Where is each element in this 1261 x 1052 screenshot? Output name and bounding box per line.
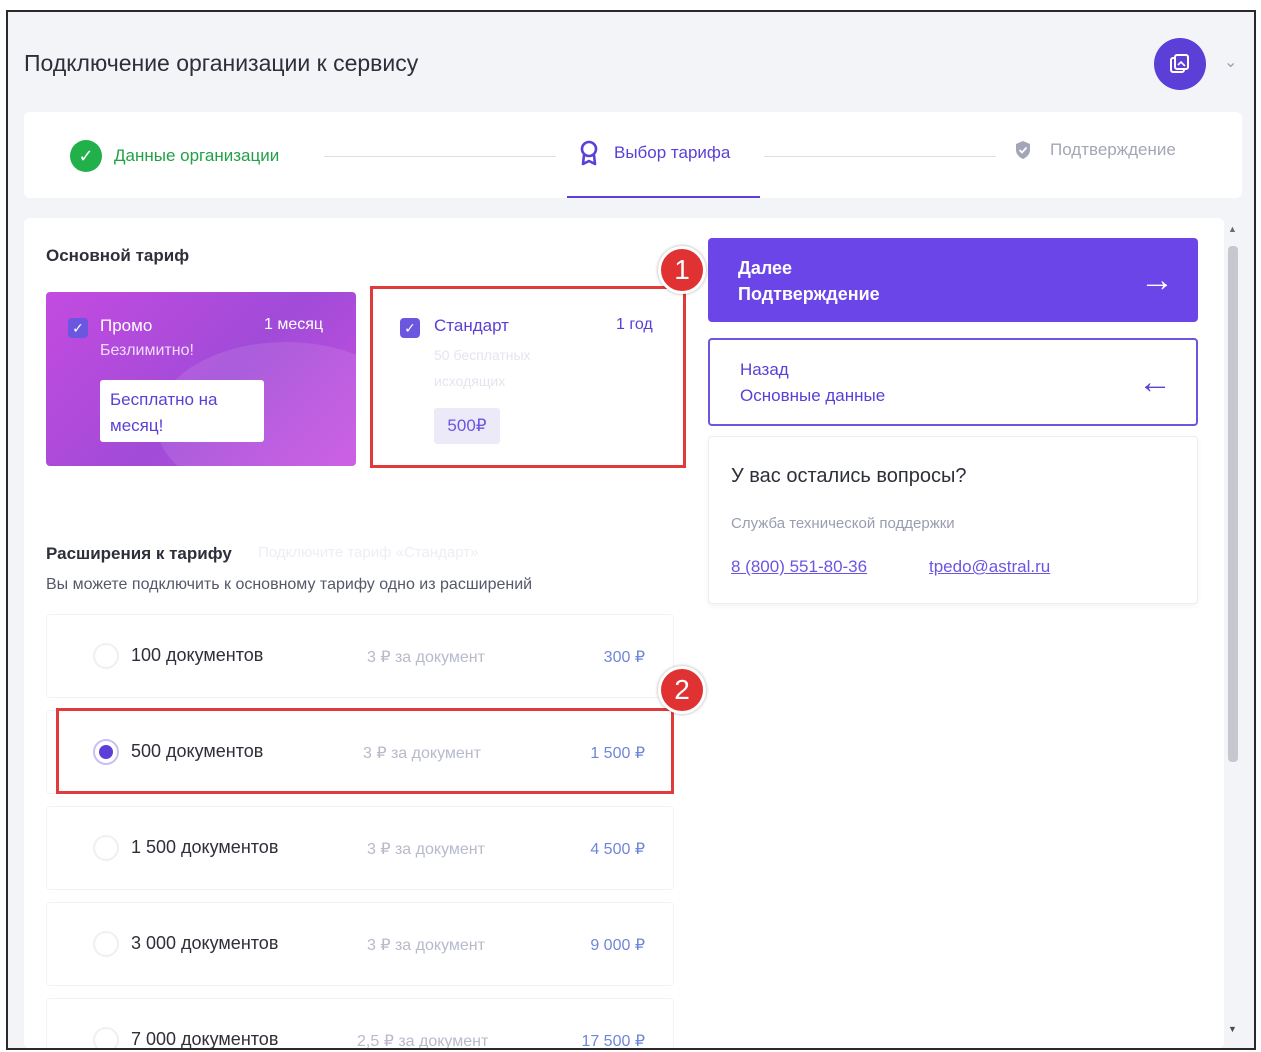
support-email-link[interactable]: tpedo@astral.ru [929, 557, 1050, 577]
annotation-badge-1: 1 [658, 246, 706, 294]
step-label: Данные организации [114, 146, 280, 165]
option-price: 300 ₽ [603, 649, 645, 666]
main-tariff-title: Основной тариф [46, 246, 190, 265]
extension-option[interactable]: 3 000 документов 3 ₽ за документ 9 000 ₽ [46, 902, 674, 986]
extensions-note: Подключите тариф «Стандарт» [258, 544, 479, 561]
radio-button[interactable] [93, 835, 119, 861]
support-card: У вас остались вопросы? Служба техническ… [708, 436, 1198, 604]
header: Подключение организации к сервису ⌄ [8, 12, 1254, 112]
page-title: Подключение организации к сервису [24, 50, 419, 76]
option-unit-price: 2,5 ₽ за документ [357, 1033, 489, 1048]
arrow-left-icon: ← [1138, 363, 1172, 401]
support-title: У вас остались вопросы? [731, 465, 967, 487]
back-button-step: Основные данные [740, 386, 886, 405]
avatar[interactable] [1154, 38, 1206, 90]
option-name: 100 документов [131, 645, 264, 665]
step-label: Выбор тарифа [614, 143, 731, 162]
free-badge: Бесплатно на месяц! [100, 380, 264, 442]
step-label: Подтверждение [1050, 140, 1176, 159]
tariff-name: Промо [100, 316, 153, 335]
step-confirmation[interactable]: Подтверждение [1014, 140, 1176, 160]
back-button[interactable]: Назад Основные данные ← [708, 338, 1198, 426]
step-connector [324, 156, 556, 157]
option-name: 7 000 документов [131, 1029, 279, 1048]
scroll-up-icon[interactable]: ▲ [1228, 224, 1237, 234]
tariff-period: 1 месяц [264, 316, 324, 333]
option-unit-price: 3 ₽ за документ [367, 649, 485, 666]
app-window: Подключение организации к сервису ⌄ ✓ Да… [6, 10, 1256, 1050]
extensions-description: Вы можете подключить к основному тарифу … [46, 576, 533, 593]
scroll-down-icon[interactable]: ▼ [1228, 1024, 1237, 1034]
step-organization-data[interactable]: ✓ Данные организации [70, 140, 279, 172]
option-name: 1 500 документов [131, 837, 279, 857]
award-icon [580, 140, 598, 166]
step-connector [764, 156, 996, 157]
chevron-down-icon[interactable]: ⌄ [1224, 52, 1237, 72]
tariff-card-promo[interactable]: ✓ Промо 1 месяц Безлимитно! Бесплатно на… [46, 292, 356, 466]
radio-button[interactable] [93, 1027, 119, 1048]
support-phone-link[interactable]: 8 (800) 551-80-36 [731, 557, 867, 577]
next-button[interactable]: Далее Подтверждение → [708, 238, 1198, 322]
extension-option[interactable]: 7 000 документов 2,5 ₽ за документ 17 50… [46, 998, 674, 1048]
support-subtitle: Служба технической поддержки [731, 515, 955, 532]
highlight-box-1 [370, 286, 686, 468]
annotation-badge-2: 2 [658, 666, 706, 714]
option-price: 17 500 ₽ [581, 1033, 645, 1048]
profile-icon [1170, 54, 1189, 73]
option-name: 3 000 документов [131, 933, 279, 953]
extension-option[interactable]: 100 документов 3 ₽ за документ 300 ₽ [46, 614, 674, 698]
checkbox-promo[interactable]: ✓ [68, 318, 88, 338]
option-price: 9 000 ₽ [590, 937, 645, 954]
extension-option[interactable]: 1 500 документов 3 ₽ за документ 4 500 ₽ [46, 806, 674, 890]
next-button-step: Подтверждение [738, 284, 880, 304]
check-icon: ✓ [70, 140, 102, 172]
option-unit-price: 3 ₽ за документ [367, 841, 485, 858]
scrollbar[interactable]: ▲ ▼ [1224, 218, 1242, 1048]
next-button-label: Далее [738, 258, 793, 278]
shield-icon [1016, 141, 1030, 159]
active-step-indicator [567, 196, 760, 198]
extensions-title: Расширения к тарифу [46, 544, 232, 563]
arrow-right-icon: → [1140, 261, 1174, 299]
highlight-box-2 [56, 708, 674, 794]
radio-button[interactable] [93, 643, 119, 669]
stepper: ✓ Данные организации Выбор тарифа Подтве… [24, 112, 1242, 198]
main-content: Основной тариф ✓ Промо 1 месяц Безлимитн… [24, 218, 1224, 1048]
option-unit-price: 3 ₽ за документ [367, 937, 485, 954]
scrollbar-thumb[interactable] [1228, 246, 1238, 762]
radio-button[interactable] [93, 931, 119, 957]
tariff-subtitle: Безлимитно! [100, 342, 194, 359]
back-button-label: Назад [740, 360, 789, 379]
option-price: 4 500 ₽ [590, 841, 645, 858]
step-tariff-choice[interactable]: Выбор тарифа [578, 140, 730, 166]
